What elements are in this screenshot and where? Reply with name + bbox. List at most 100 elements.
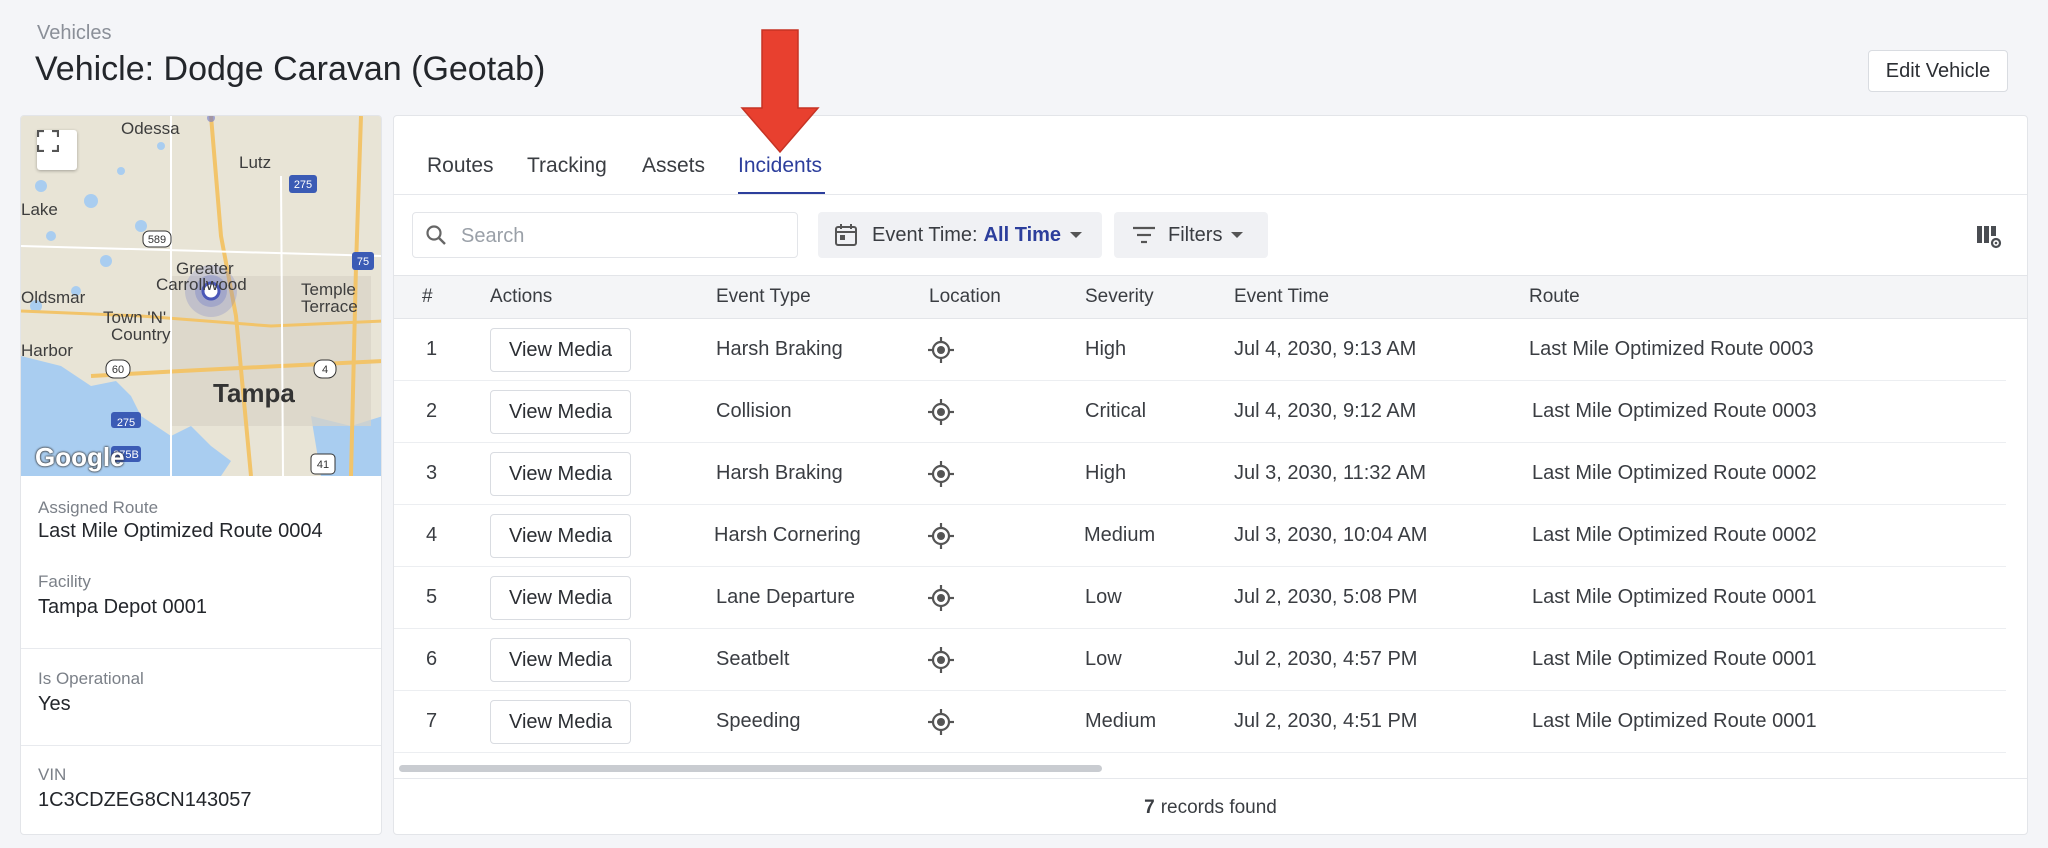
crosshair-location-icon[interactable] <box>927 460 955 488</box>
records-footer: 7 records found <box>394 778 2027 837</box>
route: Last Mile Optimized Route 0003 <box>1532 400 1817 422</box>
row-number: 5 <box>426 586 438 608</box>
tab-tracking[interactable]: Tracking <box>527 154 607 178</box>
search-box[interactable] <box>412 212 798 258</box>
event-time-filter[interactable]: Event Time: All Time <box>818 212 1102 258</box>
map-label-country: Country <box>111 325 171 344</box>
scrollbar-thumb[interactable] <box>399 765 1102 772</box>
column-header-number[interactable]: # <box>422 286 433 308</box>
view-media-button[interactable]: View Media <box>490 452 631 496</box>
severity: Medium <box>1085 710 1157 732</box>
vehicle-details-card: 275 75 275 275B 589 60 4 41 Odessa Lutz Lake G… <box>20 115 382 835</box>
row-number: 6 <box>426 648 438 670</box>
map-label-harbor: Harbor <box>21 341 73 360</box>
crosshair-location-icon[interactable] <box>927 336 955 364</box>
svg-text:275: 275 <box>294 179 312 191</box>
column-header-actions[interactable]: Actions <box>490 286 552 308</box>
event-time-label: Event Time: <box>872 223 978 246</box>
event-type: Seatbelt <box>716 648 790 670</box>
tab-bar: Routes Tracking Assets Incidents <box>394 116 2027 195</box>
route: Last Mile Optimized Route 0002 <box>1532 524 1817 546</box>
breadcrumb[interactable]: Vehicles <box>37 22 112 45</box>
route: Last Mile Optimized Route 0001 <box>1532 710 1817 732</box>
edit-vehicle-button[interactable]: Edit Vehicle <box>1868 50 2008 92</box>
severity: High <box>1085 462 1127 484</box>
map-label-odessa: Odessa <box>121 119 180 138</box>
filter-icon <box>1133 226 1155 244</box>
view-media-button[interactable]: View Media <box>490 514 631 558</box>
row-number: 7 <box>426 710 438 732</box>
google-logo: Google <box>35 442 125 472</box>
facility-label: Facility <box>38 572 91 591</box>
table-row: 2 View Media Collision Critical Jul 4, 2… <box>394 381 2006 443</box>
tab-routes[interactable]: Routes <box>427 154 494 178</box>
crosshair-location-icon[interactable] <box>927 522 955 550</box>
assigned-route-label: Assigned Route <box>38 498 159 517</box>
filters-label: Filters <box>1168 223 1223 246</box>
severity: Critical <box>1085 400 1147 422</box>
active-tab-indicator <box>738 192 825 194</box>
divider <box>21 648 381 649</box>
facility-value: Tampa Depot 0001 <box>38 596 208 618</box>
fullscreen-icon <box>37 130 59 152</box>
event-time: Jul 2, 2030, 4:51 PM <box>1234 710 1418 732</box>
view-media-button[interactable]: View Media <box>490 390 631 434</box>
svg-text:275: 275 <box>117 417 135 429</box>
view-media-button[interactable]: View Media <box>490 638 631 682</box>
table-row: 3 View Media Harsh Braking High Jul 3, 2… <box>394 443 2006 505</box>
event-time: Jul 4, 2030, 9:13 AM <box>1234 338 1417 360</box>
table-row: 7 View Media Speeding Medium Jul 2, 2030… <box>394 691 2006 753</box>
incidents-card: Routes Tracking Assets Incidents Event T… <box>393 115 2028 835</box>
svg-text:60: 60 <box>112 364 124 376</box>
red-arrow-annotation <box>740 29 820 154</box>
crosshair-location-icon[interactable] <box>927 584 955 612</box>
route: Last Mile Optimized Route 0001 <box>1532 586 1817 608</box>
crosshair-location-icon[interactable] <box>927 708 955 736</box>
records-count: 7 <box>1144 797 1155 818</box>
map-label-carrollwood: Carrollwood <box>156 275 247 294</box>
search-input[interactable] <box>459 221 783 251</box>
route: Last Mile Optimized Route 0003 <box>1529 338 1814 360</box>
vin-value: 1C3CDZEG8CN143057 <box>38 789 252 811</box>
view-media-button[interactable]: View Media <box>490 328 631 372</box>
event-time: Jul 2, 2030, 5:08 PM <box>1234 586 1418 608</box>
event-time-value: All Time <box>983 223 1062 246</box>
svg-text:41: 41 <box>317 459 329 471</box>
crosshair-location-icon[interactable] <box>927 646 955 674</box>
filters-button[interactable]: Filters <box>1114 212 1268 258</box>
column-header-event-time[interactable]: Event Time <box>1234 286 1329 308</box>
calendar-icon <box>835 224 857 246</box>
tab-assets[interactable]: Assets <box>642 154 705 178</box>
column-settings-icon[interactable] <box>1976 224 2002 250</box>
map-label-lutz: Lutz <box>239 153 272 172</box>
row-number: 4 <box>426 524 438 546</box>
severity: Low <box>1085 648 1122 670</box>
map-label-tampa: Tampa <box>213 378 295 408</box>
fullscreen-button[interactable] <box>37 130 77 170</box>
crosshair-location-icon[interactable] <box>927 398 955 426</box>
svg-text:75: 75 <box>357 256 369 268</box>
vin-label: VIN <box>38 765 67 784</box>
view-media-button[interactable]: View Media <box>490 700 631 744</box>
view-media-button[interactable]: View Media <box>490 576 631 620</box>
column-header-event-type[interactable]: Event Type <box>716 286 811 308</box>
search-icon <box>426 225 446 245</box>
tab-incidents[interactable]: Incidents <box>738 154 822 178</box>
table-row: 5 View Media Lane Departure Low Jul 2, 2… <box>394 567 2006 629</box>
column-header-severity[interactable]: Severity <box>1085 286 1154 308</box>
event-time: Jul 3, 2030, 10:04 AM <box>1234 524 1428 546</box>
column-header-location[interactable]: Location <box>929 286 1001 308</box>
map-label-terrace: Terrace <box>301 297 358 316</box>
svg-text:4: 4 <box>322 364 328 376</box>
column-header-route[interactable]: Route <box>1529 286 1580 308</box>
map[interactable]: 275 75 275 275B 589 60 4 41 Odessa Lutz Lake G… <box>21 116 381 476</box>
page-title: Vehicle: Dodge Caravan (Geotab) <box>35 50 546 88</box>
event-type: Collision <box>716 400 792 422</box>
divider <box>21 745 381 746</box>
table-header: # Actions Event Type Location Severity E… <box>394 275 2027 319</box>
assigned-route-value: Last Mile Optimized Route 0004 <box>38 520 323 542</box>
map-label-lake: Lake <box>21 200 58 219</box>
severity: Medium <box>1084 524 1156 546</box>
chevron-down-icon <box>1070 232 1083 238</box>
row-number: 1 <box>426 338 438 360</box>
